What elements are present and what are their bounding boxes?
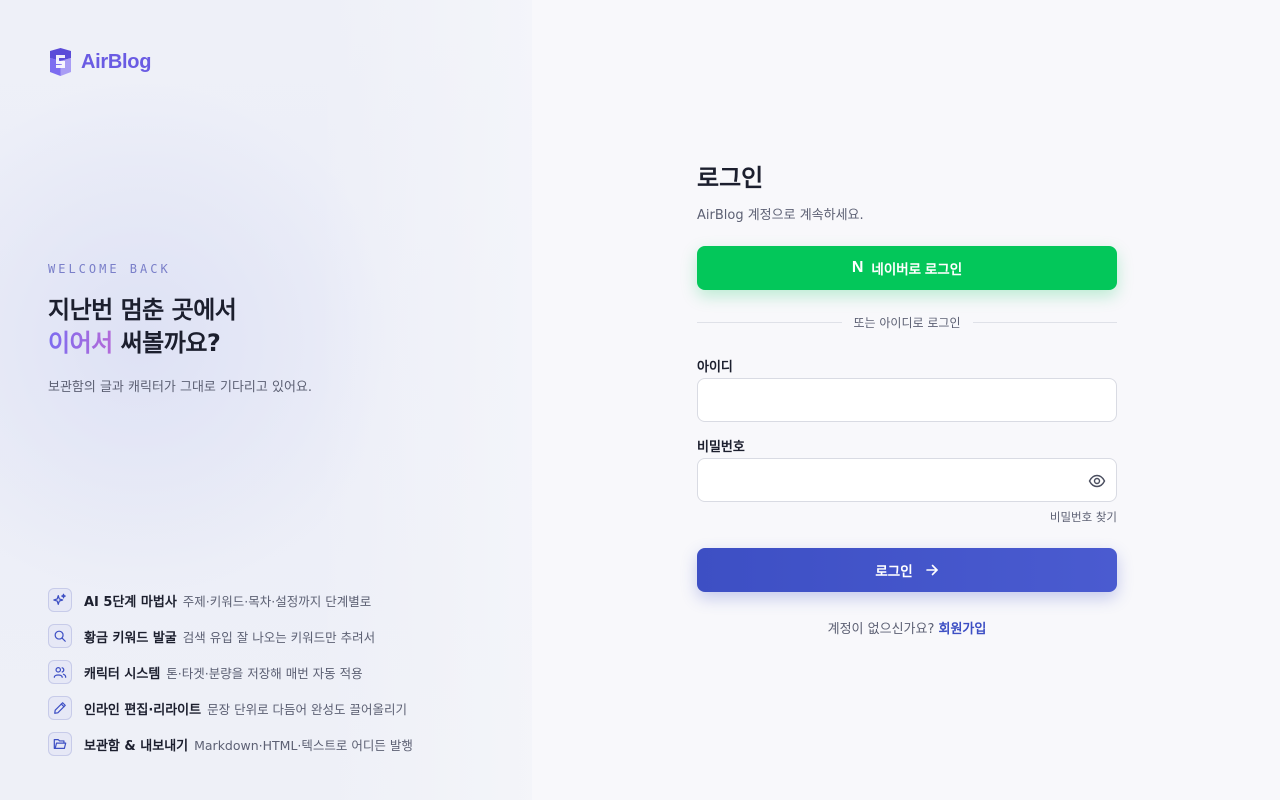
feature-item: 캐릭터 시스템 톤·타겟·분량을 저장해 매번 자동 적용	[48, 654, 413, 690]
feature-desc: 주제·키워드·목차·설정까지 단계별로	[182, 593, 372, 609]
login-button-label: 로그인	[875, 564, 913, 579]
id-label: 아이디	[697, 360, 733, 375]
find-password-link[interactable]: 비밀번호 찾기	[1050, 509, 1117, 525]
sparkles-icon	[48, 588, 72, 612]
feature-desc: 톤·타겟·분량을 저장해 매번 자동 적용	[166, 665, 363, 681]
feature-list: AI 5단계 마법사 주제·키워드·목차·설정까지 단계별로 황금 키워드 발굴…	[48, 582, 413, 762]
naver-login-button[interactable]: N 네이버로 로그인	[697, 246, 1117, 290]
feature-title: 캐릭터 시스템	[84, 666, 161, 682]
hero-line-2: 이어서 써볼까요?	[48, 327, 236, 360]
login-title: 로그인	[697, 164, 764, 192]
pencil-icon	[48, 696, 72, 720]
login-button[interactable]: 로그인	[697, 548, 1117, 592]
feature-desc: 문장 단위로 다듬어 완성도 끌어올리기	[207, 701, 408, 717]
login-form: 로그인 AirBlog 계정으로 계속하세요. N 네이버로 로그인 또는 아이…	[697, 160, 1117, 637]
welcome-eyebrow: WELCOME BACK	[48, 262, 171, 276]
feature-title: AI 5단계 마법사	[84, 594, 177, 610]
signup-prompt: 계정이 없으신가요? 회원가입	[697, 618, 1117, 637]
eye-icon[interactable]	[1088, 472, 1106, 490]
hero-subtitle: 보관함의 글과 캐릭터가 그대로 기다리고 있어요.	[48, 380, 312, 395]
arrow-right-icon	[925, 564, 938, 576]
hero-accent-text: 이어서	[48, 329, 113, 357]
brand-name: AirBlog	[81, 50, 152, 73]
feature-item: 황금 키워드 발굴 검색 유입 잘 나오는 키워드만 추려서	[48, 618, 413, 654]
feature-desc: Markdown·HTML·텍스트로 어디든 발행	[194, 737, 413, 753]
search-icon	[48, 624, 72, 648]
feature-item: 인라인 편집·리라이트 문장 단위로 다듬어 완성도 끌어올리기	[48, 690, 413, 726]
naver-logo-icon: N	[851, 259, 864, 276]
feature-item: 보관함 & 내보내기 Markdown·HTML·텍스트로 어디든 발행	[48, 726, 413, 762]
feature-title: 인라인 편집·리라이트	[84, 702, 202, 718]
brand-logo[interactable]: AirBlog	[48, 48, 151, 76]
folder-icon	[48, 732, 72, 756]
password-input[interactable]	[697, 458, 1117, 502]
users-icon	[48, 660, 72, 684]
signup-prompt-text: 계정이 없으신가요?	[827, 622, 935, 637]
hero-heading: 지난번 멈춘 곳에서 이어서 써볼까요?	[48, 294, 237, 360]
feature-item: AI 5단계 마법사 주제·키워드·목차·설정까지 단계별로	[48, 582, 413, 618]
login-subtitle: AirBlog 계정으로 계속하세요.	[697, 208, 864, 223]
hero-line-1: 지난번 멈춘 곳에서	[48, 296, 237, 324]
id-input[interactable]	[697, 378, 1117, 422]
divider-text: 또는 아이디로 로그인	[853, 316, 961, 330]
password-label: 비밀번호	[697, 440, 745, 455]
feature-title: 보관함 & 내보내기	[84, 738, 189, 754]
naver-login-label: 네이버로 로그인	[871, 262, 963, 277]
divider-line	[972, 322, 1117, 323]
airblog-logo-icon	[50, 48, 71, 76]
feature-title: 황금 키워드 발굴	[84, 630, 177, 646]
divider-line	[697, 322, 842, 323]
hero-line-2-rest: 써볼까요?	[112, 329, 221, 357]
feature-desc: 검색 유입 잘 나오는 키워드만 추려서	[182, 629, 376, 645]
or-divider: 또는 아이디로 로그인	[697, 314, 1117, 331]
signup-link[interactable]: 회원가입	[939, 622, 987, 637]
